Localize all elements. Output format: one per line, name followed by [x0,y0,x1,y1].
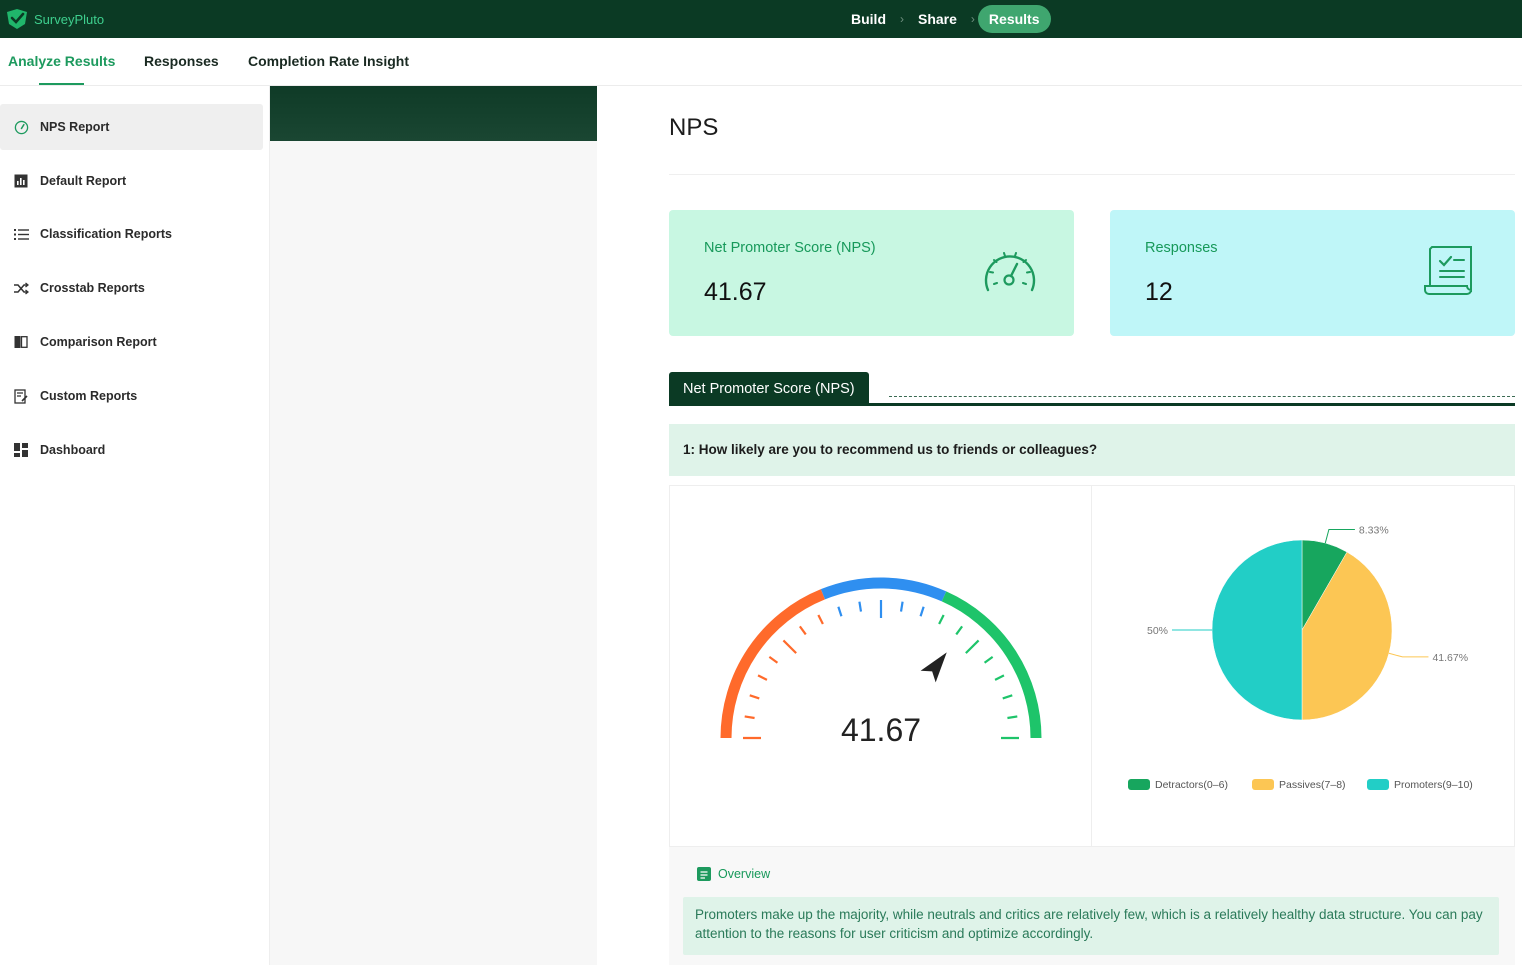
tab-analyze-results[interactable]: Analyze Results [8,53,115,69]
step-build[interactable]: Build [840,5,897,33]
chevron-right-icon: › [900,12,904,26]
sidebar-item-label: Dashboard [40,443,106,457]
question-title: 1: How likely are you to recommend us to… [669,424,1515,476]
tab-completion-rate-insight[interactable]: Completion Rate Insight [248,53,409,69]
gauge-tick [768,655,779,664]
sidebar-item-custom-reports[interactable]: Custom Reports [0,373,263,419]
gauge-tick [1002,694,1013,700]
nps-card-value: 41.67 [704,278,767,306]
overview-text: Promoters make up the majority, while ne… [683,897,1499,955]
step-nav: Build › Share › Results [840,5,1051,33]
gauge-icon [13,119,29,135]
tab-responses[interactable]: Responses [144,53,219,69]
nps-pie-chart: 8.33% 41.67% 50% Detractors(0–6) Passives(7… [1128,525,1473,791]
app-name: SurveyPluto [34,11,105,27]
speedometer-icon [984,252,1036,292]
gauge-tick [938,614,945,625]
gauge-tick [994,674,1005,681]
sidebar-item-label: Classification Reports [40,227,172,241]
legend-swatch [1128,779,1150,790]
overview-title: Overview [718,867,771,881]
responses-card-value: 12 [1145,278,1173,306]
page-title: NPS [669,114,719,141]
note-icon [697,867,711,881]
main-content: NPS Net Promoter Score (NPS) 41.67 Respo… [597,86,1522,965]
gauge-tick [919,606,925,617]
legend-label[interactable]: Promoters(9–10) [1394,779,1473,791]
sub-nav: Analyze Results Responses Completion Rat… [0,38,1522,86]
gauge-arc-mid [820,577,947,602]
sidebar-item-default-report[interactable]: Default Report [0,158,263,204]
legend-swatch [1367,779,1389,790]
pie-data-label: 50% [1147,625,1168,637]
pie-data-label: 41.67% [1432,652,1468,664]
sidebar-item-crosstab-reports[interactable]: Crosstab Reports [0,265,263,311]
gauge-tick [757,674,768,681]
section-underline [669,403,1515,406]
gauge-tick [782,639,797,654]
divider [669,174,1515,175]
middle-panel-header [270,86,597,141]
gauge-tick [965,639,980,654]
gauge-arc-high [941,591,1042,739]
overview-header: Overview [697,867,770,881]
gauge-value: 41.67 [841,712,921,748]
sidebar-item-label: Comparison Report [40,335,157,349]
section-tab-nps[interactable]: Net Promoter Score (NPS) [669,372,869,406]
responses-card: Responses 12 [1110,210,1515,336]
sidebar: NPS Report Default Report Classification… [0,86,270,965]
overview-panel: Overview Promoters make up the majority,… [669,847,1515,965]
gauge-tick [744,715,755,720]
pie-leader-line [1324,529,1355,544]
gauge-tick [955,625,964,636]
edit-report-icon [13,388,29,404]
pie-leader-line [1388,652,1429,658]
legend-label[interactable]: Passives(7–8) [1279,779,1346,791]
compare-icon [13,334,29,350]
bar-chart-icon [13,173,29,189]
nps-card-label: Net Promoter Score (NPS) [704,240,876,256]
gauge-arc-low [720,589,825,739]
sidebar-item-label: NPS Report [40,120,110,134]
logo-icon [7,9,27,29]
gauge-tick [858,601,863,612]
middle-panel [270,86,597,965]
gauge-tick [983,655,994,664]
app-logo[interactable]: SurveyPluto [4,6,104,32]
step-share[interactable]: Share [907,5,968,33]
legend-label[interactable]: Detractors(0–6) [1155,779,1228,791]
sidebar-item-dashboard[interactable]: Dashboard [0,427,263,473]
step-results[interactable]: Results [977,5,1051,33]
sidebar-item-label: Custom Reports [40,389,138,403]
list-icon [13,226,29,242]
gauge-tick [817,614,824,625]
section-dashed-line [889,396,1515,397]
legend-swatch [1252,779,1274,790]
dashboard-icon [13,442,29,458]
active-tab-indicator [39,83,84,85]
sidebar-item-label: Crosstab Reports [40,281,145,295]
gauge-tick [899,601,904,612]
gauge-tick [798,625,807,636]
pie-data-label: 8.33% [1359,525,1389,537]
chevron-right-icon: › [970,12,975,26]
top-bar: SurveyPluto Build › Share › Results [0,0,1522,38]
pie-slice-promoters[interactable] [1211,539,1303,721]
shuffle-icon [13,280,29,296]
gauge-needle [920,652,947,683]
gauge-tick [1007,715,1018,720]
nps-gauge-chart: 41.67 [720,577,1042,748]
sidebar-item-classification-reports[interactable]: Classification Reports [0,211,263,257]
responses-card-label: Responses [1145,240,1218,256]
sidebar-item-nps-report[interactable]: NPS Report [0,104,263,150]
chart-container: 41.67 8.33% 41.67% 50% Detractors(0–6) Pass… [669,485,1515,847]
gauge-tick [749,694,760,700]
sidebar-item-comparison-report[interactable]: Comparison Report [0,319,263,365]
sidebar-item-label: Default Report [40,174,127,188]
gauge-tick [837,606,843,617]
document-check-icon [1424,246,1473,295]
nps-score-card: Net Promoter Score (NPS) 41.67 [669,210,1074,336]
